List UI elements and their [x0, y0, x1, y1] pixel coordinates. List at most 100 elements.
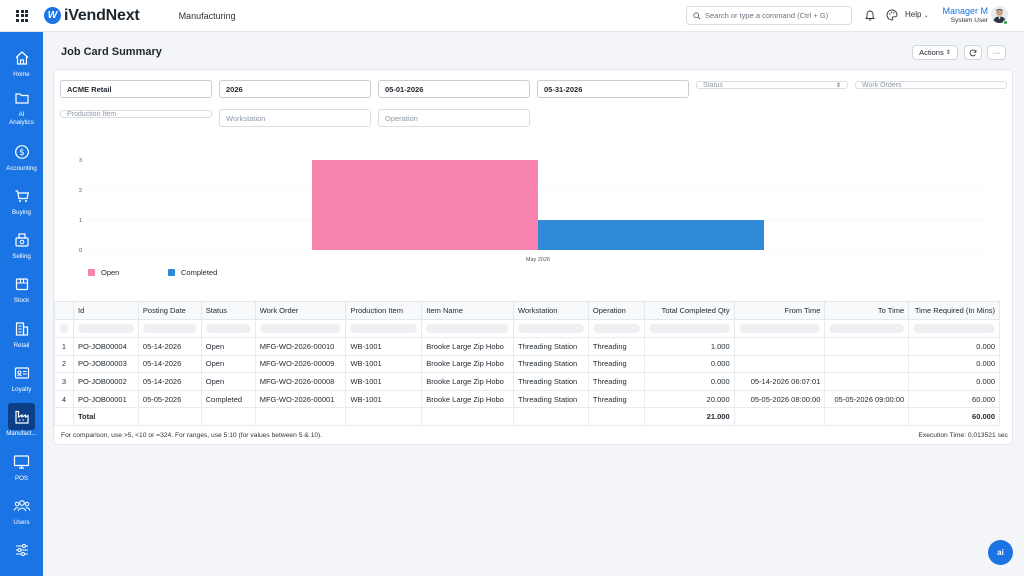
- theme-palette-icon[interactable]: [886, 9, 898, 21]
- cell-from-time: 05-05-2026 08:00:00: [733, 389, 826, 409]
- refresh-button[interactable]: [964, 45, 982, 60]
- sidebar-item-ai-analytics[interactable]: AI Analytics: [0, 84, 43, 127]
- sidebar-item-accounting[interactable]: $ Accounting: [0, 138, 43, 173]
- home-icon: [15, 50, 28, 65]
- online-status-icon: [1003, 20, 1008, 25]
- operation-placeholder: Operation: [385, 113, 418, 123]
- table-row[interactable]: 3 PO-JOB00002 05-14-2026 Open MFG-WO-2026-00…: [54, 372, 1000, 391]
- column-filter-input[interactable]: [142, 324, 197, 333]
- cell-from-time: [733, 337, 826, 356]
- column-filter-input[interactable]: [426, 324, 510, 333]
- bar-completed[interactable]: [538, 220, 764, 250]
- sidebar-item-manufacturing[interactable]: Manufact...: [0, 403, 43, 438]
- actions-button[interactable]: Actions ⇕: [912, 45, 958, 60]
- notification-bell-icon[interactable]: [865, 10, 875, 21]
- column-header[interactable]: To Time: [824, 301, 910, 320]
- sidebar-item-label: Buying: [12, 209, 31, 216]
- sidebar-item-retail[interactable]: Retail: [0, 315, 43, 350]
- column-header[interactable]: Id: [73, 301, 139, 320]
- column-header[interactable]: Operation: [587, 301, 645, 320]
- cell-to-time: [824, 354, 910, 374]
- sidebar-item-label: Home: [13, 71, 30, 78]
- column-header[interactable]: Workstation: [513, 301, 589, 320]
- column-header[interactable]: Time Required (In Mins): [908, 301, 1000, 320]
- cell-time-required: 0.000: [908, 354, 1000, 374]
- workstation-placeholder: Workstation: [226, 113, 266, 123]
- column-filter-input[interactable]: [913, 324, 995, 333]
- company-filter[interactable]: ACME Retail: [60, 80, 212, 98]
- sidebar-item-settings[interactable]: [0, 536, 43, 563]
- operation-filter[interactable]: Operation: [378, 109, 530, 127]
- cell-production-item: WB-1001: [345, 372, 423, 391]
- column-filter-input[interactable]: [350, 324, 418, 333]
- column-filter-input[interactable]: [78, 324, 134, 333]
- ai-assistant-button[interactable]: ai: [988, 540, 1013, 565]
- to-date-filter[interactable]: 05-31-2026: [537, 80, 689, 98]
- sidebar-item-users[interactable]: Users: [0, 492, 43, 527]
- bar-open[interactable]: [312, 160, 538, 250]
- user-menu[interactable]: Manager M System User: [940, 6, 988, 25]
- logo[interactable]: W iVendNext: [44, 7, 140, 25]
- cell-production-item: WB-1001: [345, 337, 423, 356]
- sidebar-item-pos[interactable]: POS: [0, 448, 43, 483]
- column-filter-input[interactable]: [59, 324, 69, 333]
- column-filter-input[interactable]: [518, 324, 584, 333]
- column-header[interactable]: Work Order: [254, 301, 347, 320]
- cell-workstation: Threading Station: [513, 372, 589, 391]
- column-filter-input[interactable]: [259, 324, 342, 333]
- folder-icon: [14, 92, 29, 104]
- sidebar-item-loyalty[interactable]: Loyalty: [0, 359, 43, 394]
- sidebar-item-buying[interactable]: Buying: [0, 182, 43, 217]
- cell-status: Open: [200, 372, 256, 391]
- total-cell: [513, 407, 589, 426]
- search-input[interactable]: [705, 11, 845, 20]
- work-orders-filter[interactable]: Work Orders: [855, 81, 1007, 89]
- table-row[interactable]: 2 PO-JOB00003 05-14-2026 Open MFG-WO-2026-00…: [54, 354, 1000, 374]
- from-date-filter[interactable]: 05-01-2026: [378, 80, 530, 98]
- monitor-icon: [13, 454, 30, 469]
- column-header[interactable]: Total Completed Qty: [643, 301, 735, 320]
- sidebar-item-label: POS: [14, 475, 29, 482]
- column-header[interactable]: From Time: [733, 301, 826, 320]
- column-filter-input[interactable]: [205, 324, 251, 333]
- column-header[interactable]: Item Name: [421, 301, 515, 320]
- fiscal-year-filter[interactable]: 2026: [219, 80, 371, 98]
- column-filter-input[interactable]: [829, 324, 905, 333]
- y-tick-label: 2: [79, 188, 82, 194]
- module-breadcrumb[interactable]: Manufacturing: [179, 11, 236, 21]
- table-row[interactable]: 4 PO-JOB00001 05-05-2026 Completed MFG-WO-20…: [54, 389, 1000, 409]
- actions-label: Actions: [919, 48, 944, 57]
- cell-workstation: Threading Station: [513, 337, 589, 356]
- work-orders-placeholder: Work Orders: [862, 82, 902, 89]
- more-options-button[interactable]: ···: [987, 45, 1006, 60]
- column-filter-input[interactable]: [648, 324, 730, 333]
- search-box[interactable]: [686, 6, 852, 25]
- cell-to-time: [824, 372, 910, 391]
- app-grid-icon[interactable]: [16, 9, 28, 22]
- column-filter-input[interactable]: [738, 324, 821, 333]
- status-filter[interactable]: Status ⇕: [696, 81, 848, 89]
- production-item-filter[interactable]: Production Item: [60, 110, 212, 118]
- column-header[interactable]: Status: [200, 301, 256, 320]
- legend-open: Open: [88, 268, 119, 277]
- table-row[interactable]: 1 PO-JOB00004 05-14-2026 Open MFG-WO-2026-00…: [54, 337, 1000, 356]
- search-icon: [693, 11, 701, 19]
- cell-status: Open: [200, 337, 256, 356]
- ai-icon: ai: [997, 548, 1004, 557]
- cell-operation: Threading: [587, 372, 645, 391]
- cell-id: PO-JOB00004: [73, 337, 139, 356]
- cell-posting-date: 05-05-2026: [137, 389, 202, 409]
- sidebar-item-label: AI Analytics: [9, 111, 34, 126]
- column-header[interactable]: Production Item: [345, 301, 423, 320]
- column-header[interactable]: Posting Date: [137, 301, 202, 320]
- register-icon: [14, 232, 29, 247]
- column-filter-input[interactable]: [592, 324, 640, 333]
- cell-production-item: WB-1001: [345, 389, 423, 409]
- column-filter-row: [54, 319, 1000, 338]
- row-number-header: [54, 301, 74, 320]
- help-menu[interactable]: Help ⌄: [905, 10, 929, 19]
- sidebar-item-home[interactable]: Home: [0, 44, 43, 79]
- sidebar-item-stock[interactable]: Stock: [0, 270, 43, 305]
- sidebar-item-selling[interactable]: Selling: [0, 226, 43, 261]
- workstation-filter[interactable]: Workstation: [219, 109, 371, 127]
